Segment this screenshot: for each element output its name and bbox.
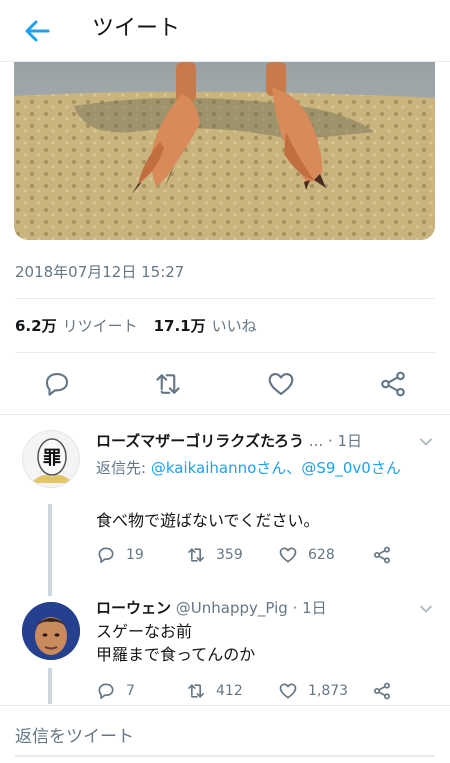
tweet-timestamp: 2018年07月12日 15:27 xyxy=(15,263,185,281)
like-heart-icon xyxy=(279,683,297,699)
share-action[interactable] xyxy=(372,681,392,701)
reply-action[interactable]: 19 xyxy=(96,545,144,565)
reply-icon xyxy=(98,683,114,699)
mention-link[interactable]: @S9_0v0 xyxy=(301,459,371,477)
tweet-stats: 6.2万 リツイート 17.1万 いいね xyxy=(15,315,273,336)
like-count: 628 xyxy=(308,547,335,563)
share-action[interactable] xyxy=(372,545,392,565)
reply-text: スゲーなお前 甲羅まで食ってんのか xyxy=(96,622,256,664)
chevron-down-icon[interactable] xyxy=(418,434,434,450)
like-count[interactable]: 17.1万 xyxy=(154,315,206,336)
like-action[interactable]: 628 xyxy=(278,545,335,565)
divider xyxy=(0,414,450,415)
retweet-icon[interactable] xyxy=(153,369,183,399)
reply-count: 7 xyxy=(126,683,135,699)
display-name[interactable]: ローズマザーゴリラクズたろう xyxy=(96,432,304,450)
divider xyxy=(15,352,435,353)
share-icon xyxy=(374,682,390,700)
retweet-label[interactable]: リツイート xyxy=(63,315,138,336)
like-count: 1,873 xyxy=(308,683,349,699)
like-label[interactable]: いいね xyxy=(212,315,257,336)
reply-time: 1日 xyxy=(337,432,363,450)
divider xyxy=(0,705,450,706)
share-icon xyxy=(374,546,390,564)
retweet-action[interactable]: 412 xyxy=(186,681,243,701)
compose-underline xyxy=(15,755,435,757)
retweet-action[interactable]: 359 xyxy=(186,545,243,565)
top-bar: ツイート xyxy=(0,0,450,62)
retweet-count: 359 xyxy=(216,547,243,563)
tweet-photo[interactable] xyxy=(14,62,435,240)
share-icon[interactable] xyxy=(378,369,408,399)
chevron-down-icon[interactable] xyxy=(418,601,434,617)
reply-compose-field[interactable]: 返信をツイート xyxy=(15,722,134,747)
handle[interactable]: @Unhappy_Pig · 1日 xyxy=(176,599,327,617)
mention-link[interactable]: @kaikaihanno xyxy=(151,459,256,477)
avatar[interactable]: 罪 xyxy=(22,430,80,488)
svg-text:罪: 罪 xyxy=(43,448,61,469)
like-heart-icon xyxy=(279,547,297,563)
retweet-count: 412 xyxy=(216,683,243,699)
display-name[interactable]: ローウェン xyxy=(96,599,171,617)
retweet-icon xyxy=(188,684,204,698)
reply-to-line: 返信先: @kaikaihannoさん、@S9_0v0さん xyxy=(96,459,401,477)
retweet-icon xyxy=(188,548,204,562)
back-arrow-icon[interactable] xyxy=(20,14,54,48)
reply-action[interactable]: 7 xyxy=(96,681,135,701)
thread-line xyxy=(48,504,52,596)
divider xyxy=(15,298,435,299)
like-action[interactable]: 1,873 xyxy=(278,681,348,701)
reply-text: 食べ物で遊ばないでください。 xyxy=(96,511,320,530)
reply-count: 19 xyxy=(126,547,144,563)
avatar[interactable] xyxy=(22,602,80,660)
reply-header: ローズマザーゴリラクズたろう ... · 1日 xyxy=(96,432,363,450)
retweet-count[interactable]: 6.2万 xyxy=(15,315,57,336)
like-heart-icon[interactable] xyxy=(266,369,296,399)
reply-header: ローウェン @Unhappy_Pig · 1日 xyxy=(96,597,414,618)
page-title: ツイート xyxy=(92,16,181,41)
reply-icon xyxy=(98,547,114,563)
thread-line xyxy=(48,668,52,704)
reply-icon[interactable] xyxy=(42,369,72,399)
